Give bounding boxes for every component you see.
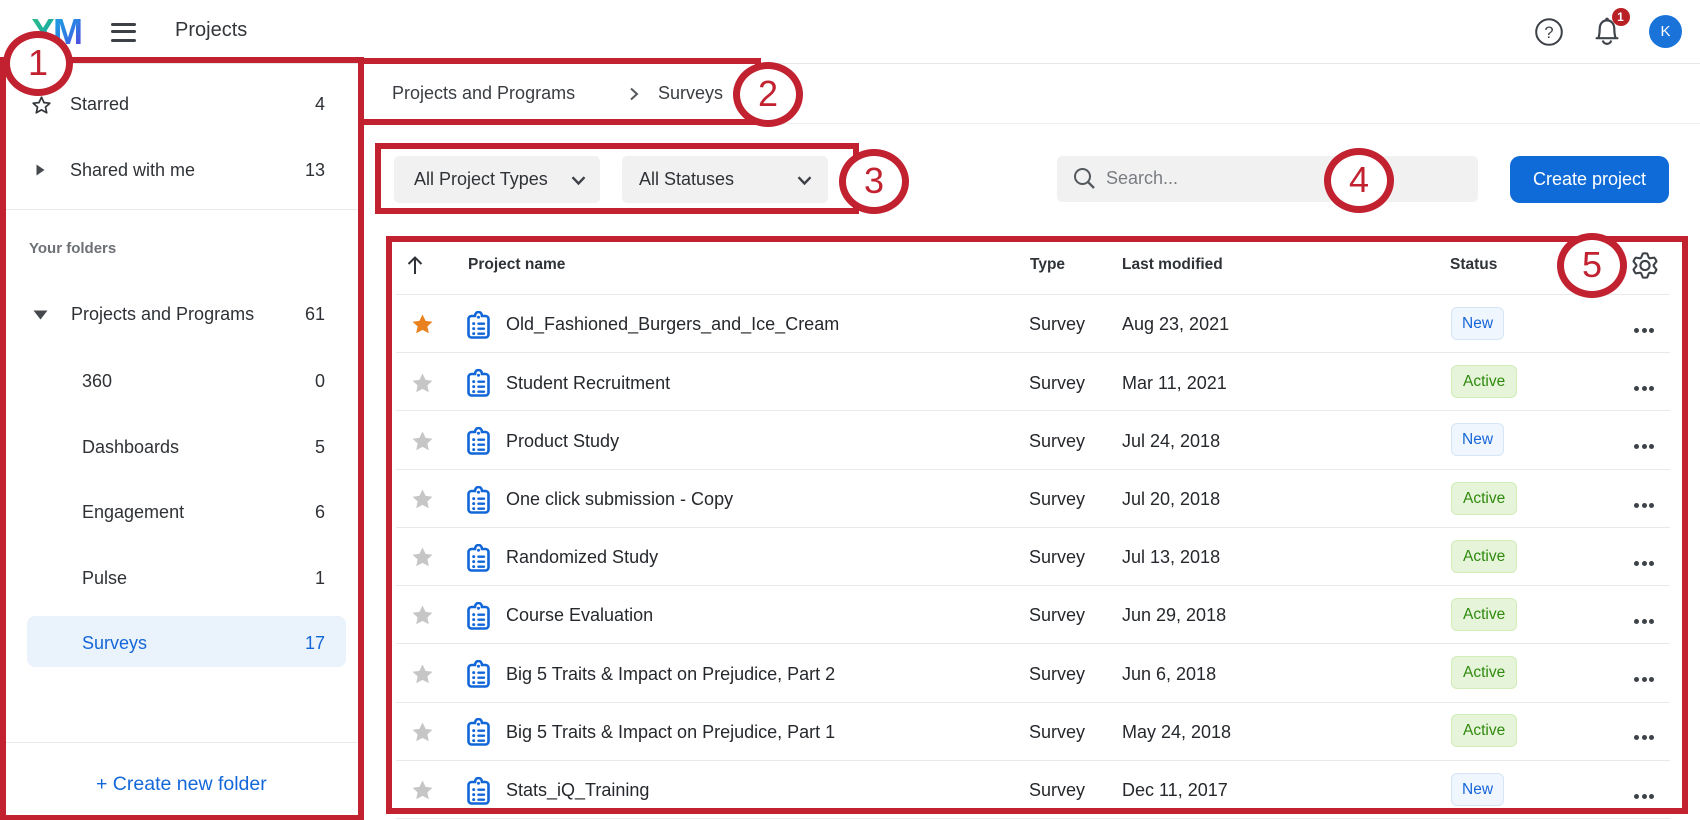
svg-text:?: ? bbox=[1544, 24, 1553, 42]
